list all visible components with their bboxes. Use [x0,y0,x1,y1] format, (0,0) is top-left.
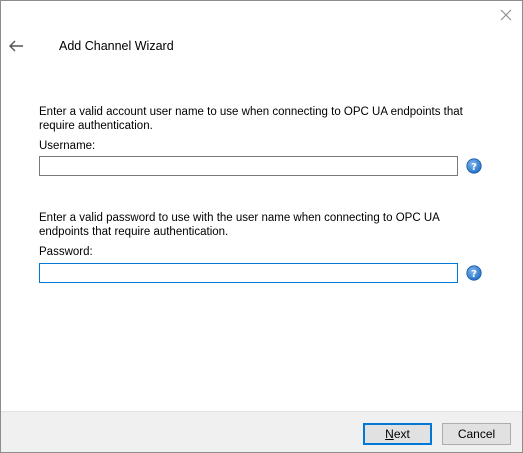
password-description: Enter a valid password to use with the u… [39,212,440,238]
svg-text:?: ? [471,269,477,280]
next-button[interactable]: Next [363,423,432,445]
cancel-button[interactable]: Cancel [442,423,511,445]
back-arrow-icon[interactable] [7,37,27,55]
svg-text:?: ? [471,162,477,173]
help-icon[interactable]: ? [466,158,482,174]
username-section: Enter a valid account user name to use w… [39,105,485,152]
wizard-title: Add Channel Wizard [59,39,174,53]
help-icon[interactable]: ? [466,265,482,281]
next-label-rest: ext [393,427,410,441]
username-description: Enter a valid account user name to use w… [39,106,463,132]
password-input[interactable] [39,263,458,283]
password-label: Password: [39,246,93,258]
username-label: Username: [39,140,96,152]
button-bar: Next Cancel [1,411,522,452]
username-input[interactable] [39,156,458,176]
wizard-window: Add Channel Wizard Enter a valid account… [0,0,523,453]
close-icon[interactable] [498,7,514,23]
password-section: Enter a valid password to use with the u… [39,211,485,258]
next-mnemonic: N [385,427,394,441]
